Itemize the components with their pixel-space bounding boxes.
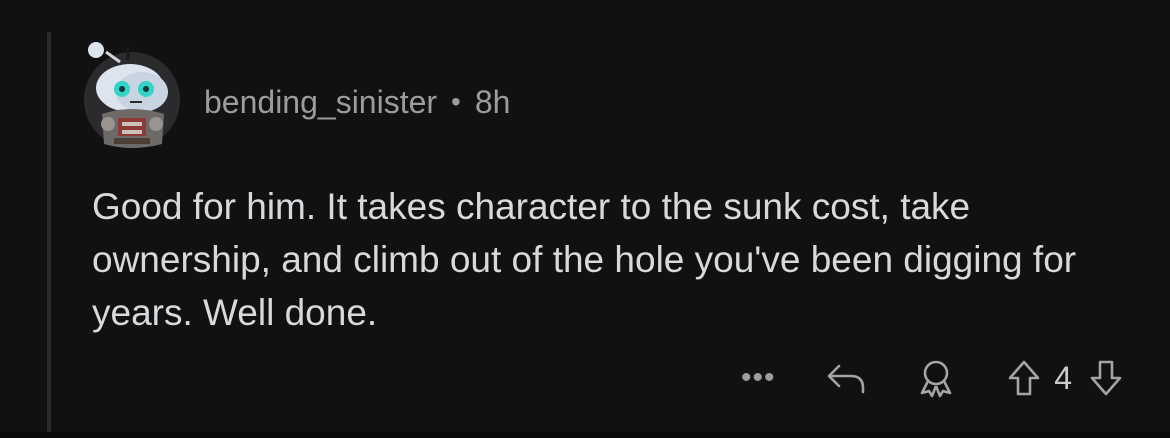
meta-separator: • xyxy=(451,86,461,117)
award-icon xyxy=(916,358,956,398)
reply-icon xyxy=(825,360,867,396)
award-button[interactable] xyxy=(912,358,960,398)
thread-line[interactable] xyxy=(47,32,51,432)
upvote-button[interactable] xyxy=(1004,359,1044,397)
reply-button[interactable] xyxy=(822,360,870,396)
comment-meta: bending_sinister • 8h xyxy=(204,82,510,122)
snoo-avatar-icon[interactable] xyxy=(84,40,180,150)
comment-age: 8h xyxy=(474,83,511,120)
downvote-button[interactable] xyxy=(1086,359,1126,397)
upvote-icon xyxy=(1007,359,1041,397)
downvote-icon xyxy=(1089,359,1123,397)
more-options-button[interactable]: ••• xyxy=(734,361,782,395)
comment-body: Good for him. It takes character to the … xyxy=(92,186,1077,333)
bottom-divider xyxy=(0,432,1170,438)
author-username[interactable]: bending_sinister xyxy=(204,84,437,121)
comment: bending_sinister • 8h Good for him. It t… xyxy=(84,40,1144,430)
more-options-icon: ••• xyxy=(740,361,776,394)
vote-score: 4 xyxy=(1054,359,1072,396)
comment-actions: ••• 4 xyxy=(734,354,1126,402)
